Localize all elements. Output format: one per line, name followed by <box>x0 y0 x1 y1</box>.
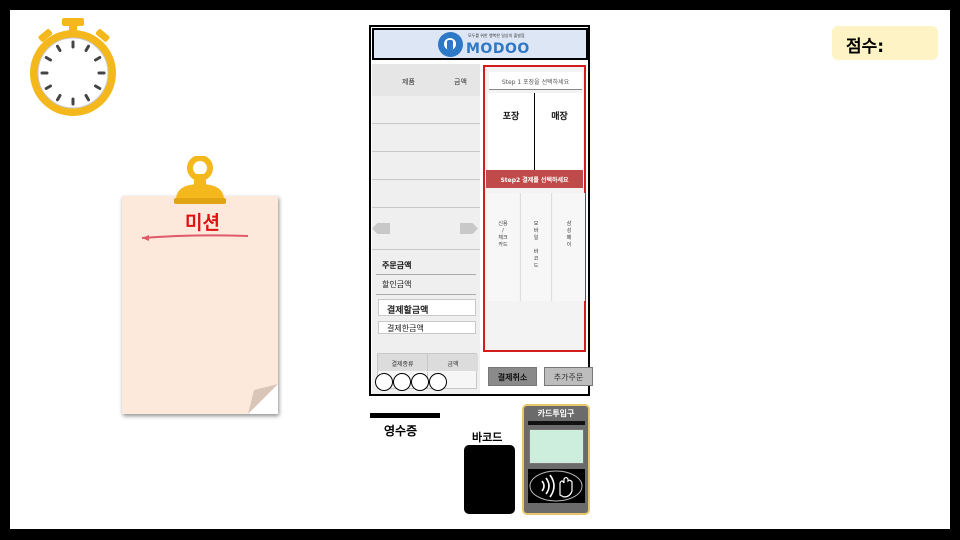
col-payment-amount: 금액 <box>428 354 478 371</box>
kiosk-screen: 모두를 위한 행복한 일상의 출발점 MODOO 제품 금액 주문금액 할인금액… <box>369 25 593 396</box>
card-reader[interactable]: 카드투입구 <box>522 404 590 515</box>
step1-options: 포장 매장 <box>488 93 583 170</box>
score-label: 점수: <box>832 26 938 60</box>
step2-title: Step2 결제를 선택하세요 <box>486 170 583 188</box>
col-amount: 금액 <box>454 78 467 86</box>
order-row-divider <box>372 249 480 250</box>
pay-samsung-pay[interactable]: 삼 성 페 이 <box>553 193 585 301</box>
step1-title: Step 1 포장을 선택하세요 <box>489 72 582 90</box>
col-payment-type: 결제종류 <box>378 354 428 371</box>
page-dot[interactable] <box>393 373 411 391</box>
clip-icon <box>172 155 228 206</box>
pay-credit-card[interactable]: 신용 / 체크 카드 <box>487 193 519 301</box>
pay-mobile-barcode[interactable]: 모 바 일 바 코 드 <box>520 193 552 301</box>
paid-amount-field: 결제한금액 <box>378 321 476 334</box>
brand-name: MODOO <box>466 41 530 57</box>
page-dot[interactable] <box>411 373 429 391</box>
order-row-divider <box>372 123 480 124</box>
add-order-button[interactable]: 추가주문 <box>544 367 593 386</box>
step-panel: Step 1 포장을 선택하세요 포장 매장 Step2 결제를 선택하세요 신… <box>483 65 586 352</box>
brand-logo-icon <box>438 32 463 57</box>
page-dot[interactable] <box>429 373 447 391</box>
card-reader-screen <box>529 429 584 464</box>
barcode-label: 바코드 <box>472 431 503 444</box>
brand-tagline: 모두를 위한 행복한 일상의 출발점 <box>468 33 525 38</box>
card-slot[interactable] <box>528 421 585 425</box>
scroll-right-icon[interactable] <box>460 223 478 234</box>
scroll-left-icon[interactable] <box>372 223 390 234</box>
cancel-payment-button[interactable]: 결제취소 <box>488 367 537 386</box>
page-dot[interactable] <box>375 373 393 391</box>
kiosk-header: 모두를 위한 행복한 일상의 출발점 MODOO <box>372 28 588 60</box>
mission-card: 미션 <box>120 155 285 416</box>
order-panel: 제품 금액 주문금액 할인금액 결제할금액 결제한금액 결제종류 금액 <box>372 64 480 394</box>
barcode-scanner[interactable] <box>464 445 515 514</box>
discount-amount-label: 할인금액 <box>382 280 412 289</box>
receipt-slot[interactable] <box>370 413 440 418</box>
payable-amount-field: 결제할금액 <box>378 299 476 316</box>
stopwatch-icon <box>30 18 118 118</box>
amount-divider <box>376 294 476 295</box>
order-row-divider <box>372 179 480 180</box>
dine-in-option[interactable]: 매장 <box>536 93 583 170</box>
takeout-option[interactable]: 포장 <box>488 93 535 170</box>
order-row-divider <box>372 207 480 208</box>
amount-divider <box>376 274 476 275</box>
stage: 점수: 미션 모두를 위한 행복한 일상의 출발점 MODOO 제품 금액 주문… <box>10 10 950 529</box>
order-row-divider <box>372 151 480 152</box>
page-indicator <box>375 373 455 393</box>
col-product: 제품 <box>402 78 415 86</box>
nfc-tap-icon[interactable] <box>528 469 585 503</box>
order-amount-label: 주문금액 <box>382 261 412 270</box>
mission-title: 미션 <box>185 212 220 234</box>
brand-logo: 모두를 위한 행복한 일상의 출발점 MODOO <box>438 32 558 58</box>
card-slot-label: 카드투입구 <box>537 409 575 418</box>
receipt-label: 영수증 <box>384 424 418 438</box>
order-list-header: 제품 금액 <box>372 64 480 96</box>
